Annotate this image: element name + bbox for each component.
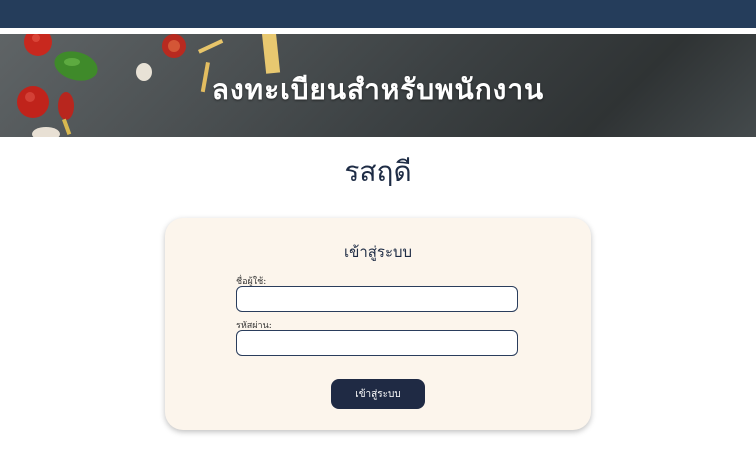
top-navigation-bar <box>0 0 756 28</box>
login-button[interactable]: เข้าสู่ระบบ <box>331 379 425 409</box>
password-input[interactable] <box>236 330 518 356</box>
username-input[interactable] <box>236 286 518 312</box>
login-title: เข้าสู่ระบบ <box>343 243 413 261</box>
login-card: เข้าสู่ระบบ ชื่อผู้ใช้: รหัสผ่าน: เข้าสู… <box>165 218 591 430</box>
header-banner: ลงทะเบียนสำหรับพนักงาน <box>0 34 756 137</box>
greeting-heading: รสฤดี <box>344 155 412 188</box>
banner-title: ลงทะเบียนสำหรับพนักงาน <box>211 73 545 106</box>
